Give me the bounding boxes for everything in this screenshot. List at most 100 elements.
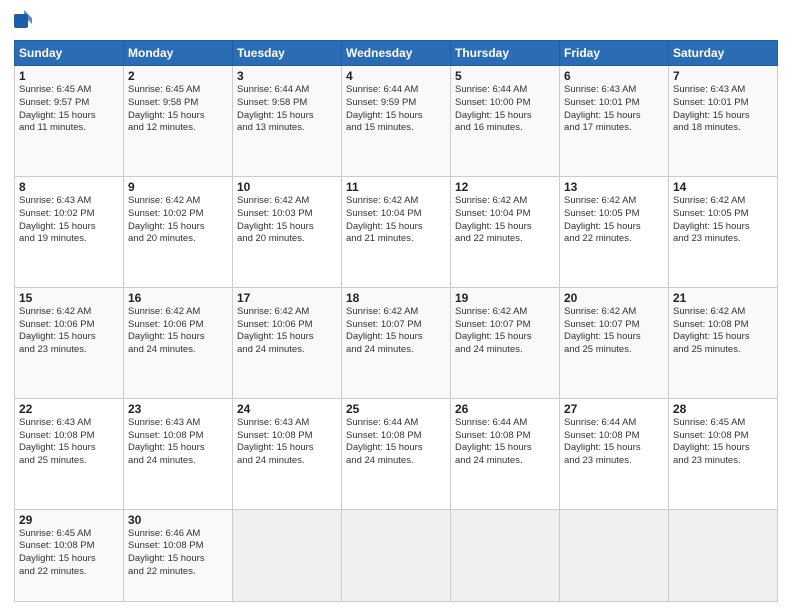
day-info: Sunrise: 6:44 AM Sunset: 10:08 PM Daylig… xyxy=(564,417,664,468)
day-info: Sunrise: 6:43 AM Sunset: 10:01 PM Daylig… xyxy=(564,84,664,135)
day-number: 26 xyxy=(455,402,555,416)
logo xyxy=(14,10,36,32)
calendar-cell: 7Sunrise: 6:43 AM Sunset: 10:01 PM Dayli… xyxy=(669,66,778,177)
calendar-cell: 5Sunrise: 6:44 AM Sunset: 10:00 PM Dayli… xyxy=(451,66,560,177)
day-info: Sunrise: 6:42 AM Sunset: 10:02 PM Daylig… xyxy=(128,195,228,246)
day-info: Sunrise: 6:42 AM Sunset: 10:07 PM Daylig… xyxy=(564,306,664,357)
calendar-cell: 15Sunrise: 6:42 AM Sunset: 10:06 PM Dayl… xyxy=(15,287,124,398)
page: SundayMondayTuesdayWednesdayThursdayFrid… xyxy=(0,0,792,612)
day-info: Sunrise: 6:46 AM Sunset: 10:08 PM Daylig… xyxy=(128,528,228,579)
day-number: 5 xyxy=(455,69,555,83)
day-number: 12 xyxy=(455,180,555,194)
day-number: 14 xyxy=(673,180,773,194)
day-number: 20 xyxy=(564,291,664,305)
day-number: 16 xyxy=(128,291,228,305)
calendar-cell: 6Sunrise: 6:43 AM Sunset: 10:01 PM Dayli… xyxy=(560,66,669,177)
calendar-cell: 20Sunrise: 6:42 AM Sunset: 10:07 PM Dayl… xyxy=(560,287,669,398)
day-number: 29 xyxy=(19,513,119,527)
day-info: Sunrise: 6:44 AM Sunset: 9:59 PM Dayligh… xyxy=(346,84,446,135)
calendar-cell: 24Sunrise: 6:43 AM Sunset: 10:08 PM Dayl… xyxy=(233,398,342,509)
day-number: 1 xyxy=(19,69,119,83)
weekday-header-thursday: Thursday xyxy=(451,41,560,66)
day-info: Sunrise: 6:42 AM Sunset: 10:04 PM Daylig… xyxy=(346,195,446,246)
calendar-cell: 8Sunrise: 6:43 AM Sunset: 10:02 PM Dayli… xyxy=(15,176,124,287)
weekday-header-monday: Monday xyxy=(124,41,233,66)
day-number: 11 xyxy=(346,180,446,194)
day-info: Sunrise: 6:43 AM Sunset: 10:02 PM Daylig… xyxy=(19,195,119,246)
calendar-cell: 10Sunrise: 6:42 AM Sunset: 10:03 PM Dayl… xyxy=(233,176,342,287)
day-number: 22 xyxy=(19,402,119,416)
week-row-1: 1Sunrise: 6:45 AM Sunset: 9:57 PM Daylig… xyxy=(15,66,778,177)
week-row-4: 22Sunrise: 6:43 AM Sunset: 10:08 PM Dayl… xyxy=(15,398,778,509)
day-info: Sunrise: 6:43 AM Sunset: 10:08 PM Daylig… xyxy=(237,417,337,468)
day-info: Sunrise: 6:44 AM Sunset: 9:58 PM Dayligh… xyxy=(237,84,337,135)
weekday-header-wednesday: Wednesday xyxy=(342,41,451,66)
calendar-cell: 13Sunrise: 6:42 AM Sunset: 10:05 PM Dayl… xyxy=(560,176,669,287)
day-info: Sunrise: 6:43 AM Sunset: 10:08 PM Daylig… xyxy=(19,417,119,468)
calendar-cell: 14Sunrise: 6:42 AM Sunset: 10:05 PM Dayl… xyxy=(669,176,778,287)
day-number: 15 xyxy=(19,291,119,305)
calendar-cell: 27Sunrise: 6:44 AM Sunset: 10:08 PM Dayl… xyxy=(560,398,669,509)
day-info: Sunrise: 6:45 AM Sunset: 10:08 PM Daylig… xyxy=(673,417,773,468)
day-info: Sunrise: 6:42 AM Sunset: 10:04 PM Daylig… xyxy=(455,195,555,246)
day-info: Sunrise: 6:43 AM Sunset: 10:08 PM Daylig… xyxy=(128,417,228,468)
calendar-cell: 21Sunrise: 6:42 AM Sunset: 10:08 PM Dayl… xyxy=(669,287,778,398)
day-number: 3 xyxy=(237,69,337,83)
day-info: Sunrise: 6:42 AM Sunset: 10:05 PM Daylig… xyxy=(564,195,664,246)
logo-icon xyxy=(14,10,32,32)
calendar-cell: 26Sunrise: 6:44 AM Sunset: 10:08 PM Dayl… xyxy=(451,398,560,509)
day-info: Sunrise: 6:42 AM Sunset: 10:06 PM Daylig… xyxy=(19,306,119,357)
calendar-cell: 22Sunrise: 6:43 AM Sunset: 10:08 PM Dayl… xyxy=(15,398,124,509)
day-info: Sunrise: 6:42 AM Sunset: 10:07 PM Daylig… xyxy=(455,306,555,357)
day-info: Sunrise: 6:45 AM Sunset: 10:08 PM Daylig… xyxy=(19,528,119,579)
calendar-cell: 23Sunrise: 6:43 AM Sunset: 10:08 PM Dayl… xyxy=(124,398,233,509)
day-number: 24 xyxy=(237,402,337,416)
calendar-cell: 12Sunrise: 6:42 AM Sunset: 10:04 PM Dayl… xyxy=(451,176,560,287)
day-info: Sunrise: 6:42 AM Sunset: 10:05 PM Daylig… xyxy=(673,195,773,246)
day-info: Sunrise: 6:44 AM Sunset: 10:08 PM Daylig… xyxy=(346,417,446,468)
day-number: 10 xyxy=(237,180,337,194)
calendar-cell: 16Sunrise: 6:42 AM Sunset: 10:06 PM Dayl… xyxy=(124,287,233,398)
calendar-cell: 9Sunrise: 6:42 AM Sunset: 10:02 PM Dayli… xyxy=(124,176,233,287)
calendar-cell: 11Sunrise: 6:42 AM Sunset: 10:04 PM Dayl… xyxy=(342,176,451,287)
day-number: 4 xyxy=(346,69,446,83)
calendar-cell: 30Sunrise: 6:46 AM Sunset: 10:08 PM Dayl… xyxy=(124,509,233,601)
day-number: 2 xyxy=(128,69,228,83)
calendar-cell: 25Sunrise: 6:44 AM Sunset: 10:08 PM Dayl… xyxy=(342,398,451,509)
day-info: Sunrise: 6:42 AM Sunset: 10:06 PM Daylig… xyxy=(128,306,228,357)
day-info: Sunrise: 6:44 AM Sunset: 10:00 PM Daylig… xyxy=(455,84,555,135)
calendar-cell: 28Sunrise: 6:45 AM Sunset: 10:08 PM Dayl… xyxy=(669,398,778,509)
weekday-header-tuesday: Tuesday xyxy=(233,41,342,66)
week-row-5: 29Sunrise: 6:45 AM Sunset: 10:08 PM Dayl… xyxy=(15,509,778,601)
calendar-cell: 17Sunrise: 6:42 AM Sunset: 10:06 PM Dayl… xyxy=(233,287,342,398)
day-info: Sunrise: 6:42 AM Sunset: 10:03 PM Daylig… xyxy=(237,195,337,246)
calendar-cell xyxy=(451,509,560,601)
calendar-cell: 19Sunrise: 6:42 AM Sunset: 10:07 PM Dayl… xyxy=(451,287,560,398)
day-info: Sunrise: 6:42 AM Sunset: 10:06 PM Daylig… xyxy=(237,306,337,357)
weekday-header-friday: Friday xyxy=(560,41,669,66)
calendar-cell: 18Sunrise: 6:42 AM Sunset: 10:07 PM Dayl… xyxy=(342,287,451,398)
day-number: 21 xyxy=(673,291,773,305)
day-info: Sunrise: 6:42 AM Sunset: 10:08 PM Daylig… xyxy=(673,306,773,357)
weekday-header-saturday: Saturday xyxy=(669,41,778,66)
day-number: 23 xyxy=(128,402,228,416)
day-info: Sunrise: 6:45 AM Sunset: 9:58 PM Dayligh… xyxy=(128,84,228,135)
weekday-header-row: SundayMondayTuesdayWednesdayThursdayFrid… xyxy=(15,41,778,66)
day-number: 25 xyxy=(346,402,446,416)
calendar-cell: 2Sunrise: 6:45 AM Sunset: 9:58 PM Daylig… xyxy=(124,66,233,177)
day-info: Sunrise: 6:42 AM Sunset: 10:07 PM Daylig… xyxy=(346,306,446,357)
calendar-table: SundayMondayTuesdayWednesdayThursdayFrid… xyxy=(14,40,778,602)
day-number: 17 xyxy=(237,291,337,305)
day-number: 8 xyxy=(19,180,119,194)
calendar-cell xyxy=(233,509,342,601)
calendar-cell xyxy=(669,509,778,601)
weekday-header-sunday: Sunday xyxy=(15,41,124,66)
day-number: 30 xyxy=(128,513,228,527)
day-number: 6 xyxy=(564,69,664,83)
day-number: 28 xyxy=(673,402,773,416)
calendar-cell: 1Sunrise: 6:45 AM Sunset: 9:57 PM Daylig… xyxy=(15,66,124,177)
calendar-cell: 4Sunrise: 6:44 AM Sunset: 9:59 PM Daylig… xyxy=(342,66,451,177)
week-row-2: 8Sunrise: 6:43 AM Sunset: 10:02 PM Dayli… xyxy=(15,176,778,287)
day-number: 27 xyxy=(564,402,664,416)
day-number: 19 xyxy=(455,291,555,305)
